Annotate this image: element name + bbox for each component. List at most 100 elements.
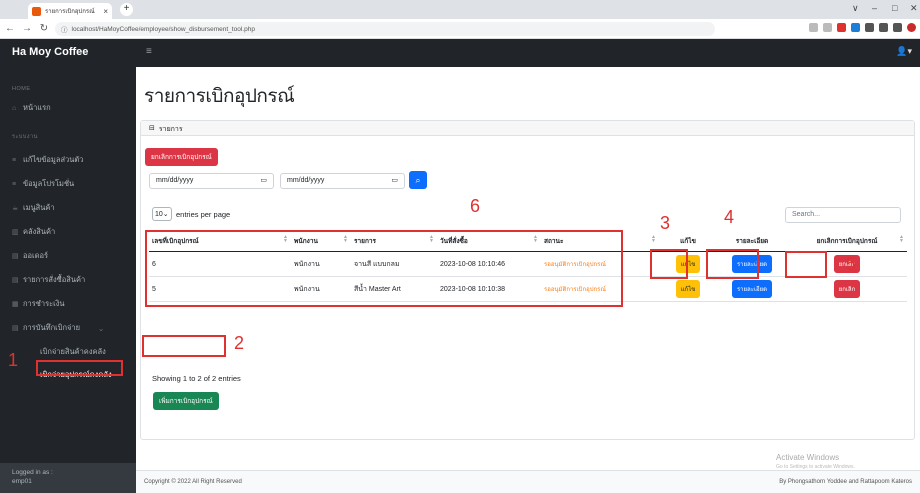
card-header: ⊟ รายการ <box>141 121 914 136</box>
cell-edit: แก้ไข <box>659 276 717 302</box>
site-favicon-icon <box>32 6 41 16</box>
home-icon: ⌂ <box>12 104 17 112</box>
file-icon: ▤ <box>12 325 19 332</box>
detail-button[interactable]: รายละเอียด <box>731 280 773 298</box>
sidebar-item-menu[interactable]: ☕ เมนูสินค้า <box>12 202 55 214</box>
bookmark-star-icon[interactable] <box>823 23 832 32</box>
calendar-icon[interactable]: ▭ <box>391 176 398 184</box>
menu-toggle-icon[interactable]: ≡ <box>146 46 152 57</box>
user-menu-icon[interactable]: 👤▾ <box>896 46 912 57</box>
forward-icon[interactable]: → <box>20 23 34 34</box>
add-disbursement-button[interactable]: เพิ่มการเบิกอุปกรณ์ <box>153 392 219 410</box>
start-date-input[interactable]: mm/dd/yyyy ▭ <box>149 173 274 189</box>
sidebar: HOME ⌂ หน้าแรก ระบบงาน ≡ แก้ไขข้อมูลส่วน… <box>0 67 136 493</box>
sidebar-item-label: เมนูสินค้า <box>23 203 55 212</box>
pagination-info: Showing 1 to 2 of 2 entries <box>152 374 241 383</box>
sidebar-item-profile[interactable]: ≡ แก้ไขข้อมูลส่วนตัว <box>12 154 83 166</box>
activate-windows-watermark: Activate Windows <box>776 453 840 462</box>
url-field[interactable]: ⓘ localhost/HaMoyCoffee/employee/show_di… <box>55 22 715 36</box>
maximize-icon[interactable]: □ <box>892 3 897 13</box>
browser-tab-bar: รายการเบิกอุปกรณ์ × + ∨ – □ ✕ <box>0 0 920 19</box>
annotation-box-sidebar <box>36 360 123 376</box>
annotation-box-add <box>142 335 226 357</box>
date-placeholder: mm/dd/yyyy <box>156 177 194 184</box>
logged-in-label: Logged in as : <box>12 469 53 476</box>
browser-tab[interactable]: รายการเบิกอุปกรณ์ × <box>28 3 112 19</box>
url-text: localhost/HaMoyCoffee/employee/show_disb… <box>71 25 255 33</box>
column-header[interactable]: ยกเลิกการเบิกอุปกรณ์ ▲ ▼ <box>787 231 907 252</box>
address-bar-row: ← → ↻ ⓘ localhost/HaMoyCoffee/employee/s… <box>0 19 920 39</box>
sidebar-heading-home: HOME <box>12 86 31 92</box>
tab-close-icon[interactable]: × <box>103 7 108 16</box>
extension-icons <box>809 23 916 32</box>
column-label: แก้ไข <box>680 238 696 245</box>
site-info-icon[interactable]: ⓘ <box>61 24 68 34</box>
coffee-icon: ☕ <box>12 205 19 212</box>
card-header-title: รายการ <box>158 126 183 133</box>
sidebar-item-label: คลังสินค้า <box>23 227 56 236</box>
money-icon: ▦ <box>12 301 19 308</box>
puzzle-icon[interactable] <box>879 23 888 32</box>
sidebar-item-stock[interactable]: ▥ คลังสินค้า <box>12 226 55 238</box>
extension-blue-icon[interactable] <box>851 23 860 32</box>
date-search-button[interactable]: ⌕ <box>409 171 427 189</box>
sidebar-item-label: รายการสั่งซื้อสินค้า <box>23 275 86 284</box>
sidebar-item-home[interactable]: ⌂ หน้าแรก <box>12 102 51 114</box>
profile-avatar[interactable] <box>907 23 916 32</box>
column-label: ยกเลิกการเบิกอุปกรณ์ <box>816 238 878 245</box>
file-icon: ▤ <box>12 277 19 284</box>
extension-red-icon[interactable] <box>837 23 846 32</box>
date-placeholder: mm/dd/yyyy <box>287 177 325 184</box>
cell-detail: รายละเอียด <box>717 276 787 302</box>
sidebar-item-orders[interactable]: ▤ ออเดอร์ <box>12 250 48 262</box>
sidebar-item-promotion[interactable]: ≡ ข้อมูลโปรโมชั่น <box>12 178 74 190</box>
per-page-value: 10 <box>155 211 163 218</box>
sidebar-item-purchase[interactable]: ▤ รายการสั่งซื้อสินค้า <box>12 274 85 286</box>
table-icon: ⊟ <box>149 125 155 132</box>
brand-logo[interactable]: Ha Moy Coffee <box>12 46 88 58</box>
top-navbar: Ha Moy Coffee ≡ 👤▾ <box>0 39 920 67</box>
end-date-input[interactable]: mm/dd/yyyy ▭ <box>280 173 405 189</box>
calendar-icon[interactable]: ▭ <box>260 176 267 184</box>
list-icon: ≡ <box>12 180 17 188</box>
cancel-disbursement-button[interactable]: ยกเลิกการเบิกอุปกรณ์ <box>145 148 218 166</box>
sidebar-item-payment[interactable]: ▦ การชำระเงิน <box>12 298 65 310</box>
extension-dark-icon[interactable] <box>865 23 874 32</box>
warehouse-icon: ▥ <box>12 229 19 236</box>
list-icon: ≡ <box>12 156 17 164</box>
sidebar-heading-system: ระบบงาน <box>12 134 38 140</box>
edit-button[interactable]: แก้ไข <box>675 280 701 298</box>
cancel-button[interactable]: ยกเลิก <box>833 280 861 298</box>
sort-icon: ▲ ▼ <box>651 234 656 244</box>
share-icon[interactable] <box>809 23 818 32</box>
sidebar-icon[interactable] <box>893 23 902 32</box>
sidebar-item-label: แก้ไขข้อมูลส่วนตัว <box>23 155 84 164</box>
page-footer: Copyright © 2022 All Right Reserved By P… <box>136 470 920 493</box>
chevron-down-icon: ⌄ <box>98 323 105 333</box>
sidebar-item-label: ข้อมูลโปรโมชั่น <box>23 179 75 188</box>
file-icon: ▤ <box>12 253 19 260</box>
per-page-select[interactable]: 10⌄ <box>152 207 172 221</box>
annotation-box-table <box>145 230 623 307</box>
column-label: รายละเอียด <box>735 238 769 245</box>
reload-icon[interactable]: ↻ <box>37 23 51 34</box>
annotation-number: 4 <box>724 207 735 227</box>
cell-cancel: ยกเลิก <box>787 276 907 302</box>
search-input[interactable]: Search... <box>785 207 901 223</box>
annotation-number: 3 <box>660 213 671 233</box>
close-window-icon[interactable]: ✕ <box>910 3 918 14</box>
minimize-icon[interactable]: – <box>872 3 877 13</box>
sidebar-item-disbursement[interactable]: ▤ การบันทึกเบิกจ่าย ⌄ <box>12 322 104 334</box>
annotation-box-detail <box>706 249 759 279</box>
sidebar-item-label: การบันทึกเบิกจ่าย <box>23 323 81 332</box>
sidebar-subitem-stock-disburse[interactable]: เบิกจ่ายสินค้าคงคลัง <box>40 346 106 358</box>
tab-title: รายการเบิกอุปกรณ์ <box>45 9 95 15</box>
logged-in-user: emp01 <box>12 478 32 485</box>
annotation-number: 1 <box>8 350 19 370</box>
tab-search-icon[interactable]: ∨ <box>852 3 859 14</box>
new-tab-button[interactable]: + <box>120 3 133 16</box>
annotation-number: 5 <box>846 254 857 274</box>
annotation-box-cancel <box>785 251 827 278</box>
sidebar-item-label: การชำระเงิน <box>23 299 65 308</box>
back-icon[interactable]: ← <box>3 23 17 34</box>
